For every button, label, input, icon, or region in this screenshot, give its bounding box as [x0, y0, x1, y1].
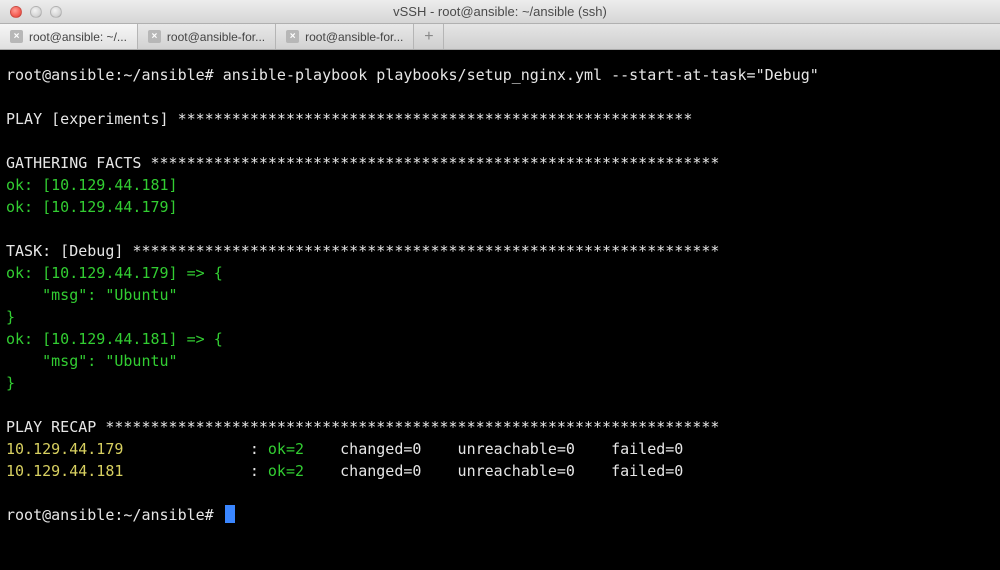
minimize-window-button[interactable]: [30, 6, 42, 18]
tab-session-1[interactable]: × root@ansible: ~/...: [0, 24, 138, 49]
recap-sep: :: [123, 440, 268, 458]
maximize-window-button[interactable]: [50, 6, 62, 18]
close-tab-icon[interactable]: ×: [148, 30, 161, 43]
recap-sep: :: [123, 462, 268, 480]
task-result-line: ok: [10.129.44.179] => {: [6, 264, 223, 282]
play-header-label: PLAY [experiments]: [6, 110, 178, 128]
recap-host: 10.129.44.179: [6, 440, 123, 458]
gathering-facts-stars: ****************************************…: [151, 154, 720, 172]
shell-command: ansible-playbook playbooks/setup_nginx.y…: [223, 66, 819, 84]
cursor-icon: [225, 505, 235, 523]
window-title: vSSH - root@ansible: ~/ansible (ssh): [0, 4, 1000, 19]
close-tab-icon[interactable]: ×: [286, 30, 299, 43]
recap-host: 10.129.44.181: [6, 462, 123, 480]
task-header-label: TASK: [Debug]: [6, 242, 132, 260]
gathering-facts-label: GATHERING FACTS: [6, 154, 151, 172]
new-tab-button[interactable]: +: [414, 24, 444, 49]
task-result-line: "msg": "Ubuntu": [6, 286, 178, 304]
recap-rest: changed=0 unreachable=0 failed=0: [304, 462, 683, 480]
task-result-line: ok: [10.129.44.181] => {: [6, 330, 223, 348]
ok-host-line: ok: [10.129.44.181]: [6, 176, 178, 194]
recap-header-stars: ****************************************…: [105, 418, 719, 436]
traffic-lights: [0, 6, 62, 18]
close-window-button[interactable]: [10, 6, 22, 18]
tab-label: root@ansible: ~/...: [29, 30, 127, 44]
recap-header-label: PLAY RECAP: [6, 418, 105, 436]
recap-ok: ok=2: [268, 462, 304, 480]
window-titlebar: vSSH - root@ansible: ~/ansible (ssh): [0, 0, 1000, 24]
recap-rest: changed=0 unreachable=0 failed=0: [304, 440, 683, 458]
tab-session-3[interactable]: × root@ansible-for...: [276, 24, 414, 49]
tab-bar: × root@ansible: ~/... × root@ansible-for…: [0, 24, 1000, 50]
shell-prompt: root@ansible:~/ansible#: [6, 66, 223, 84]
recap-ok: ok=2: [268, 440, 304, 458]
ok-host-line: ok: [10.129.44.179]: [6, 198, 178, 216]
tab-label: root@ansible-for...: [305, 30, 403, 44]
task-result-line: }: [6, 308, 15, 326]
task-result-line: }: [6, 374, 15, 392]
terminal-output[interactable]: root@ansible:~/ansible# ansible-playbook…: [0, 50, 1000, 570]
task-header-stars: ****************************************…: [132, 242, 719, 260]
tab-session-2[interactable]: × root@ansible-for...: [138, 24, 276, 49]
task-result-line: "msg": "Ubuntu": [6, 352, 178, 370]
close-tab-icon[interactable]: ×: [10, 30, 23, 43]
tab-label: root@ansible-for...: [167, 30, 265, 44]
plus-icon: +: [424, 28, 433, 46]
play-header-stars: ****************************************…: [178, 110, 693, 128]
shell-prompt: root@ansible:~/ansible#: [6, 506, 223, 524]
